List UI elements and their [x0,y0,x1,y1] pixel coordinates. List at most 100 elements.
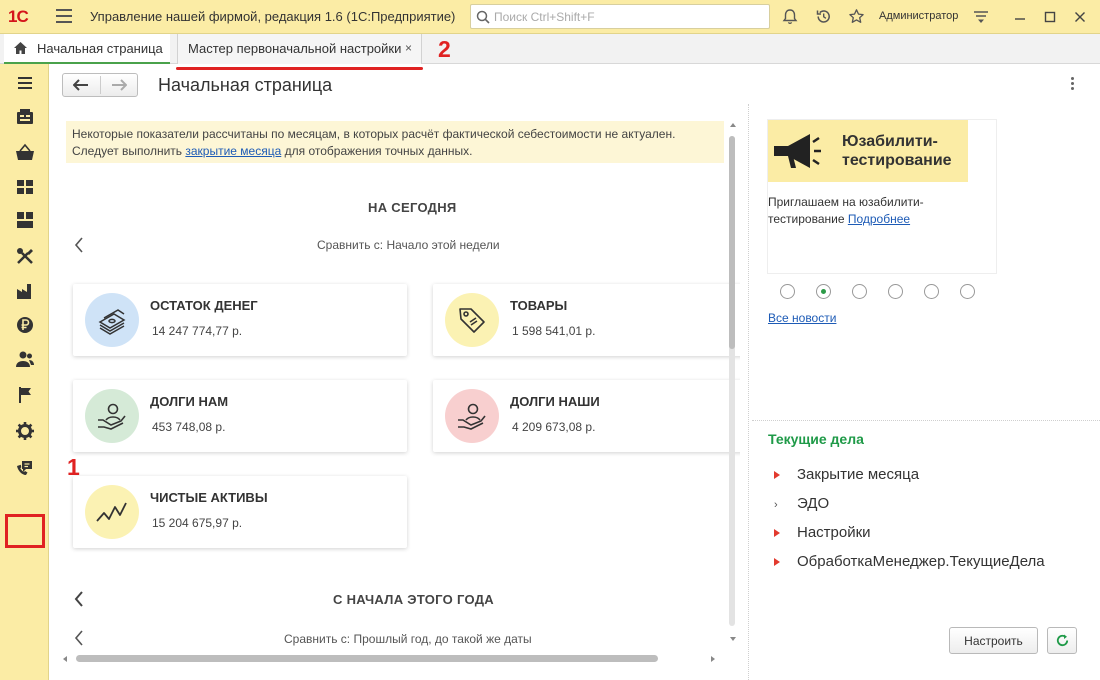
card-cash-balance[interactable]: ОСТАТОК ДЕНЕГ 14 247 774,77 р. [73,284,407,356]
hand-person-icon [458,403,486,430]
card-icon-circle [85,389,139,443]
flag-icon[interactable] [14,384,36,406]
scroll-down-icon[interactable] [729,636,737,642]
warning-text-after: для отображения точных данных. [281,144,473,158]
scrollbar-thumb[interactable] [729,136,735,349]
warning-banner: Некоторые показатели рассчитаны по месяц… [66,121,724,163]
bell-icon[interactable] [782,8,798,25]
support-chat-icon[interactable] [14,456,36,478]
forward-arrow-icon[interactable] [111,79,127,91]
menu-icon[interactable] [14,72,36,94]
scroll-up-icon[interactable] [729,122,737,128]
gear-icon[interactable] [14,420,36,442]
task-item-close-month[interactable]: Закрытие месяца [774,466,919,483]
card-value: 4 209 673,08 р. [512,420,596,434]
close-icon[interactable] [1073,10,1087,24]
search-placeholder: Поиск Ctrl+Shift+F [494,10,595,24]
horizontal-scrollbar[interactable] [62,652,722,666]
current-tasks-title: Текущие дела [768,431,864,447]
all-news-link[interactable]: Все новости [768,311,836,325]
window-title: Управление нашей фирмой, редакция 1.6 (1… [90,9,456,24]
card-icon-circle [85,485,139,539]
user-name[interactable]: Администратор [879,10,958,22]
refresh-button[interactable] [1047,627,1077,654]
scrollbar-thumb[interactable] [76,655,658,662]
history-icon[interactable] [815,8,832,25]
tab-setup-wizard-label: Мастер первоначальной настройки [188,41,402,56]
task-item-settings[interactable]: Настройки [774,524,871,541]
close-month-link[interactable]: закрытие месяца [185,144,281,158]
task-label: Закрытие месяца [797,466,920,483]
tab-close-icon[interactable]: × [405,41,412,55]
app-window: 1С Управление нашей фирмой, редакция 1.6… [0,0,1100,680]
carousel-dot[interactable] [924,284,939,299]
compare-period-year[interactable]: Сравнить с: Прошлый год, до такой же дат… [284,632,532,646]
search-input[interactable]: Поиск Ctrl+Shift+F [470,4,770,29]
card-title: ДОЛГИ НАШИ [510,394,600,409]
news-more-link[interactable]: Подробнее [848,212,910,226]
ruble-icon[interactable] [14,314,36,336]
vertical-scrollbar[interactable] [726,116,740,656]
chevron-left-icon[interactable] [74,630,84,646]
card-payables[interactable]: ДОЛГИ НАШИ 4 209 673,08 р. [433,380,740,452]
card-icon-circle [445,293,499,347]
panel-divider [752,420,1100,421]
people-icon[interactable] [14,348,36,370]
card-receivables[interactable]: ДОЛГИ НАМ 453 748,08 р. [73,380,407,452]
carousel-dot[interactable] [780,284,795,299]
card-value: 1 598 541,01 р. [512,324,596,338]
warning-text-line1: Некоторые показатели рассчитаны по месяц… [72,127,676,141]
main-content: Некоторые показатели рассчитаны по месяц… [60,116,740,656]
expand-triangle-icon [774,524,788,541]
money-stack-icon [98,309,126,335]
card-title: ЧИСТЫЕ АКТИВЫ [150,490,268,505]
task-item-processing-manager[interactable]: ОбработкаМенеджер.ТекущиеДела [774,553,1045,570]
panel-divider [748,104,749,680]
main-menu-icon[interactable] [56,9,72,23]
back-arrow-icon[interactable] [73,79,89,91]
card-title: ТОВАРЫ [510,298,568,313]
news-banner[interactable]: Юзабилити-тестирование [768,120,968,182]
tab-setup-wizard[interactable]: Мастер первоначальной настройки × [177,34,422,64]
collapse-section-icon[interactable] [74,591,84,607]
1c-logo: 1С [8,7,29,26]
annotation-highlight-box [5,514,45,548]
tools-icon[interactable] [14,245,36,267]
news-panel: Юзабилити-тестирование Приглашаем на юза… [767,119,997,274]
navigation-buttons [62,73,138,97]
expand-triangle-icon [774,466,788,483]
factory-icon[interactable] [14,280,36,302]
task-item-edo[interactable]: › ЭДО [774,495,829,512]
carousel-dot[interactable] [852,284,867,299]
minimize-icon[interactable] [1013,10,1027,24]
card-value: 453 748,08 р. [152,420,226,434]
more-options-icon[interactable] [1071,77,1075,92]
tab-home-label: Начальная страница [37,41,163,56]
maximize-icon[interactable] [1043,10,1057,24]
card-value: 15 204 675,97 р. [152,516,243,530]
compare-period-today[interactable]: Сравнить с: Начало этой недели [317,238,500,252]
carousel-dot[interactable] [960,284,975,299]
chevron-left-icon[interactable] [74,237,84,253]
card-net-assets[interactable]: ЧИСТЫЕ АКТИВЫ 15 204 675,97 р. [73,476,407,548]
settings-menu-icon[interactable] [973,10,989,24]
carousel-dot-active[interactable] [816,284,831,299]
news-body: Приглашаем на юзабилити-тестирование Под… [768,194,988,228]
star-icon[interactable] [848,8,865,25]
cash-register-icon[interactable] [14,106,36,128]
basket-icon[interactable] [14,142,36,164]
annotation-underline [176,67,423,70]
refresh-icon [1056,634,1069,647]
card-value: 14 247 774,77 р. [152,324,243,338]
page-title: Начальная страница [158,75,333,95]
tab-home[interactable]: Начальная страница [4,34,170,64]
setup-button[interactable]: Настроить [949,627,1038,654]
carousel-dot[interactable] [888,284,903,299]
warehouse-icon[interactable] [14,176,36,198]
card-goods[interactable]: ТОВАРЫ 1 598 541,01 р. [433,284,740,356]
dashboard-icon[interactable] [14,209,36,231]
scroll-right-icon[interactable] [710,655,716,663]
hand-person-icon [98,403,126,430]
home-icon [14,42,27,54]
scroll-left-icon[interactable] [62,655,68,663]
